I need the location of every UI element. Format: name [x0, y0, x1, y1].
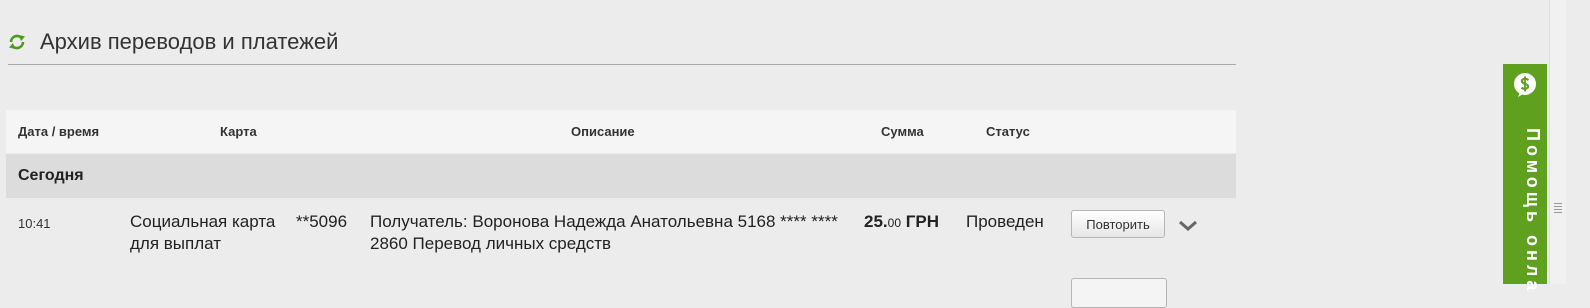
chevron-down-icon[interactable]	[1176, 216, 1200, 234]
refresh-icon[interactable]	[8, 33, 26, 51]
page-header: Архив переводов и платежей	[8, 28, 1236, 65]
amount-integer: 25.	[864, 212, 888, 231]
column-header-status: Статус	[986, 124, 1030, 139]
amount-currency: ГРН	[905, 212, 939, 231]
group-header-today: Сегодня	[6, 154, 1236, 198]
help-online-tab[interactable]: Помощь онла	[1503, 64, 1547, 294]
help-tab-label: Помощь онла	[1523, 128, 1543, 295]
amount-cents: 00	[887, 216, 901, 230]
row-card-number: **5096	[296, 212, 348, 231]
table-header: Дата / время Карта Описание Сумма Статус	[6, 110, 1236, 153]
row-amount: 25.00 ГРН	[864, 211, 939, 234]
row-status: Проведен	[966, 212, 1044, 231]
row-card-name: Социальная карта для выплат	[130, 212, 276, 253]
page-title: Архив переводов и платежей	[40, 29, 339, 54]
scrollbar[interactable]	[1549, 0, 1566, 284]
column-header-card: Карта	[220, 124, 257, 139]
scrollbar-grip[interactable]	[1554, 203, 1562, 213]
column-header-datetime: Дата / время	[18, 124, 100, 139]
repeat-button[interactable]: Повторить	[1071, 210, 1165, 238]
column-header-amount: Сумма	[881, 124, 924, 139]
table-row[interactable]: 10:41 Социальная карта для выплат **5096…	[6, 198, 1236, 308]
column-header-description: Описание	[571, 124, 635, 139]
group-label: Сегодня	[18, 167, 84, 184]
row-description: Получатель: Воронова Надежда Анатольевна…	[370, 212, 838, 253]
chat-dollar-icon	[1514, 73, 1536, 97]
row-time: 10:41	[18, 216, 51, 231]
repeat-button-next-row[interactable]	[1071, 278, 1167, 308]
